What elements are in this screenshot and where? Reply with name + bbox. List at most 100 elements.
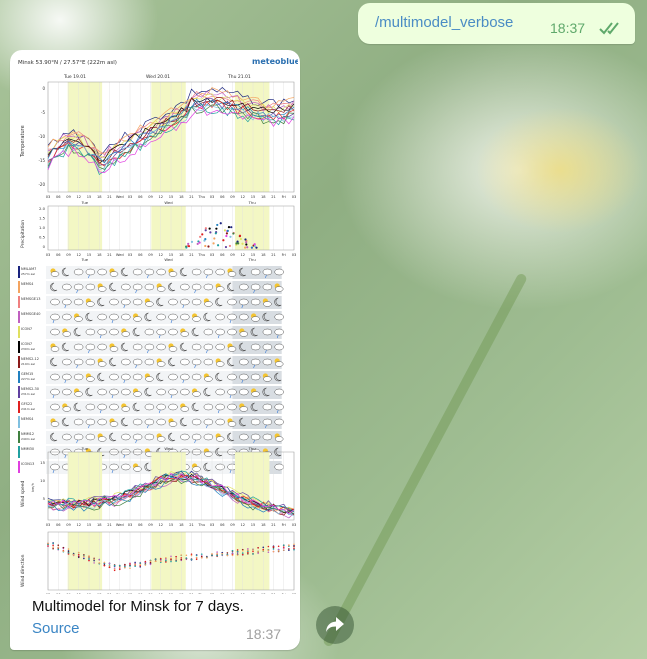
hour-tick-label: 03 (46, 523, 51, 527)
wind-direction-dot (154, 560, 157, 563)
outgoing-message-time: 18:37 (550, 20, 586, 36)
wind-direction-dot (185, 557, 188, 559)
cloud-icon (215, 361, 225, 367)
day-short-label: Thu (248, 200, 257, 205)
source-link[interactable]: Source (32, 620, 80, 637)
cloud-icon (85, 433, 96, 441)
daylight-band (67, 82, 103, 192)
weather-icon (156, 388, 166, 396)
cloud-icon (62, 388, 72, 396)
cloud-icon (263, 376, 272, 382)
wind-direction-dot (175, 555, 177, 558)
hour-tick-label: Wed (116, 195, 124, 199)
weather-icon (109, 298, 119, 306)
cloud-icon (73, 418, 84, 426)
cloud-icon (50, 328, 60, 336)
cloud-icon (144, 403, 155, 411)
wind-direction-dot (282, 544, 285, 546)
wind-direction-dot (216, 554, 218, 557)
hour-tick-label: 12 (240, 195, 245, 199)
hour-tick-label: 12 (240, 523, 245, 527)
hour-tick-label: 18 (261, 253, 266, 257)
hour-tick-label: 21 (271, 593, 276, 594)
cloud-icon (109, 403, 119, 411)
cloud-icon (156, 388, 166, 396)
weather-icon (73, 373, 84, 381)
weather-icon (250, 373, 261, 381)
wind-direction-dot (293, 549, 295, 551)
wind-direction-dot (277, 550, 280, 552)
outgoing-message-bubble[interactable]: /multimodel_verbose 18:37 (358, 3, 635, 44)
wind-direction-dot (165, 561, 167, 563)
wind-direction-dot (267, 545, 270, 548)
wind-direction-dot (113, 564, 116, 567)
precipitation-dot (232, 232, 235, 235)
hour-tick-label: 03 (46, 593, 51, 594)
weather-icon (156, 343, 166, 351)
wind-direction-dot (277, 545, 280, 548)
weather-icon (73, 298, 84, 306)
wind-direction-dot (98, 562, 101, 564)
precipitation-dot (222, 239, 225, 242)
cloud-icon (73, 433, 84, 441)
wind-direction-dot (247, 548, 249, 550)
cloud-icon (215, 463, 225, 471)
hour-tick-label: 06 (138, 593, 143, 594)
precipitation-dot (226, 229, 229, 232)
hour-tick-label: 21 (107, 523, 112, 527)
model-color-swatch (18, 311, 20, 323)
hour-tick-label: 21 (271, 523, 276, 527)
forward-button[interactable] (316, 606, 354, 644)
cloud-icon (132, 418, 143, 426)
day-short-label: Thu (248, 446, 257, 451)
weather-icon (121, 463, 131, 471)
cloud-icon (274, 286, 284, 292)
hour-tick-label: 06 (220, 253, 225, 257)
model-name-label: NEMSGE13 (21, 297, 40, 301)
weather-icon (262, 358, 273, 366)
hour-tick-label: Thu (197, 523, 205, 527)
hour-tick-label: 15 (251, 523, 256, 527)
daylight-band (151, 206, 186, 250)
weather-icon (262, 328, 273, 336)
cloud-icon (274, 313, 284, 321)
wind-direction-dot (52, 547, 54, 550)
hour-tick-label: 15 (87, 523, 92, 527)
cloud-icon (97, 436, 107, 442)
cloud-icon (239, 433, 249, 441)
cloud-icon (262, 283, 273, 291)
weather-icon (215, 268, 225, 276)
precipitation-dot (207, 245, 210, 248)
wind-direction-dot (88, 555, 90, 557)
incoming-message-time: 18:37 (246, 626, 282, 642)
cloud-icon (62, 373, 72, 381)
wind-direction-dot (47, 545, 49, 547)
wind-direction-dot (149, 561, 152, 564)
meteogram-brand: meteoblue (252, 57, 298, 66)
hour-tick-label: 21 (107, 593, 112, 594)
weather-icon (144, 358, 155, 366)
wind-direction-dot (216, 551, 218, 553)
cloud-icon (85, 343, 96, 351)
cloud-icon (156, 286, 166, 292)
cloud-icon (227, 271, 237, 277)
meteogram-image[interactable]: Minsk 53.90°N / 27.57°E (222m asl) meteo… (16, 54, 298, 594)
cloud-icon (156, 403, 166, 411)
day-short-label: Thu (248, 257, 257, 262)
outgoing-message-text[interactable]: /multimodel_verbose (375, 14, 513, 31)
weather-icon (191, 343, 202, 351)
weather-icon (109, 373, 119, 381)
cloud-icon (168, 388, 178, 396)
precipitation-dot (227, 226, 231, 229)
weather-icon (227, 328, 237, 336)
temp-tick-label: -20 (38, 182, 45, 187)
cloud-icon (144, 418, 155, 426)
cloud-icon (144, 328, 155, 336)
wind-direction-dot (52, 544, 54, 547)
day-short-label: Tue (81, 257, 89, 262)
weather-icon (274, 463, 284, 471)
wind-direction-dot (57, 548, 60, 551)
weather-icon (132, 298, 143, 306)
cloud-icon (121, 388, 131, 396)
cloud-icon (250, 298, 261, 306)
